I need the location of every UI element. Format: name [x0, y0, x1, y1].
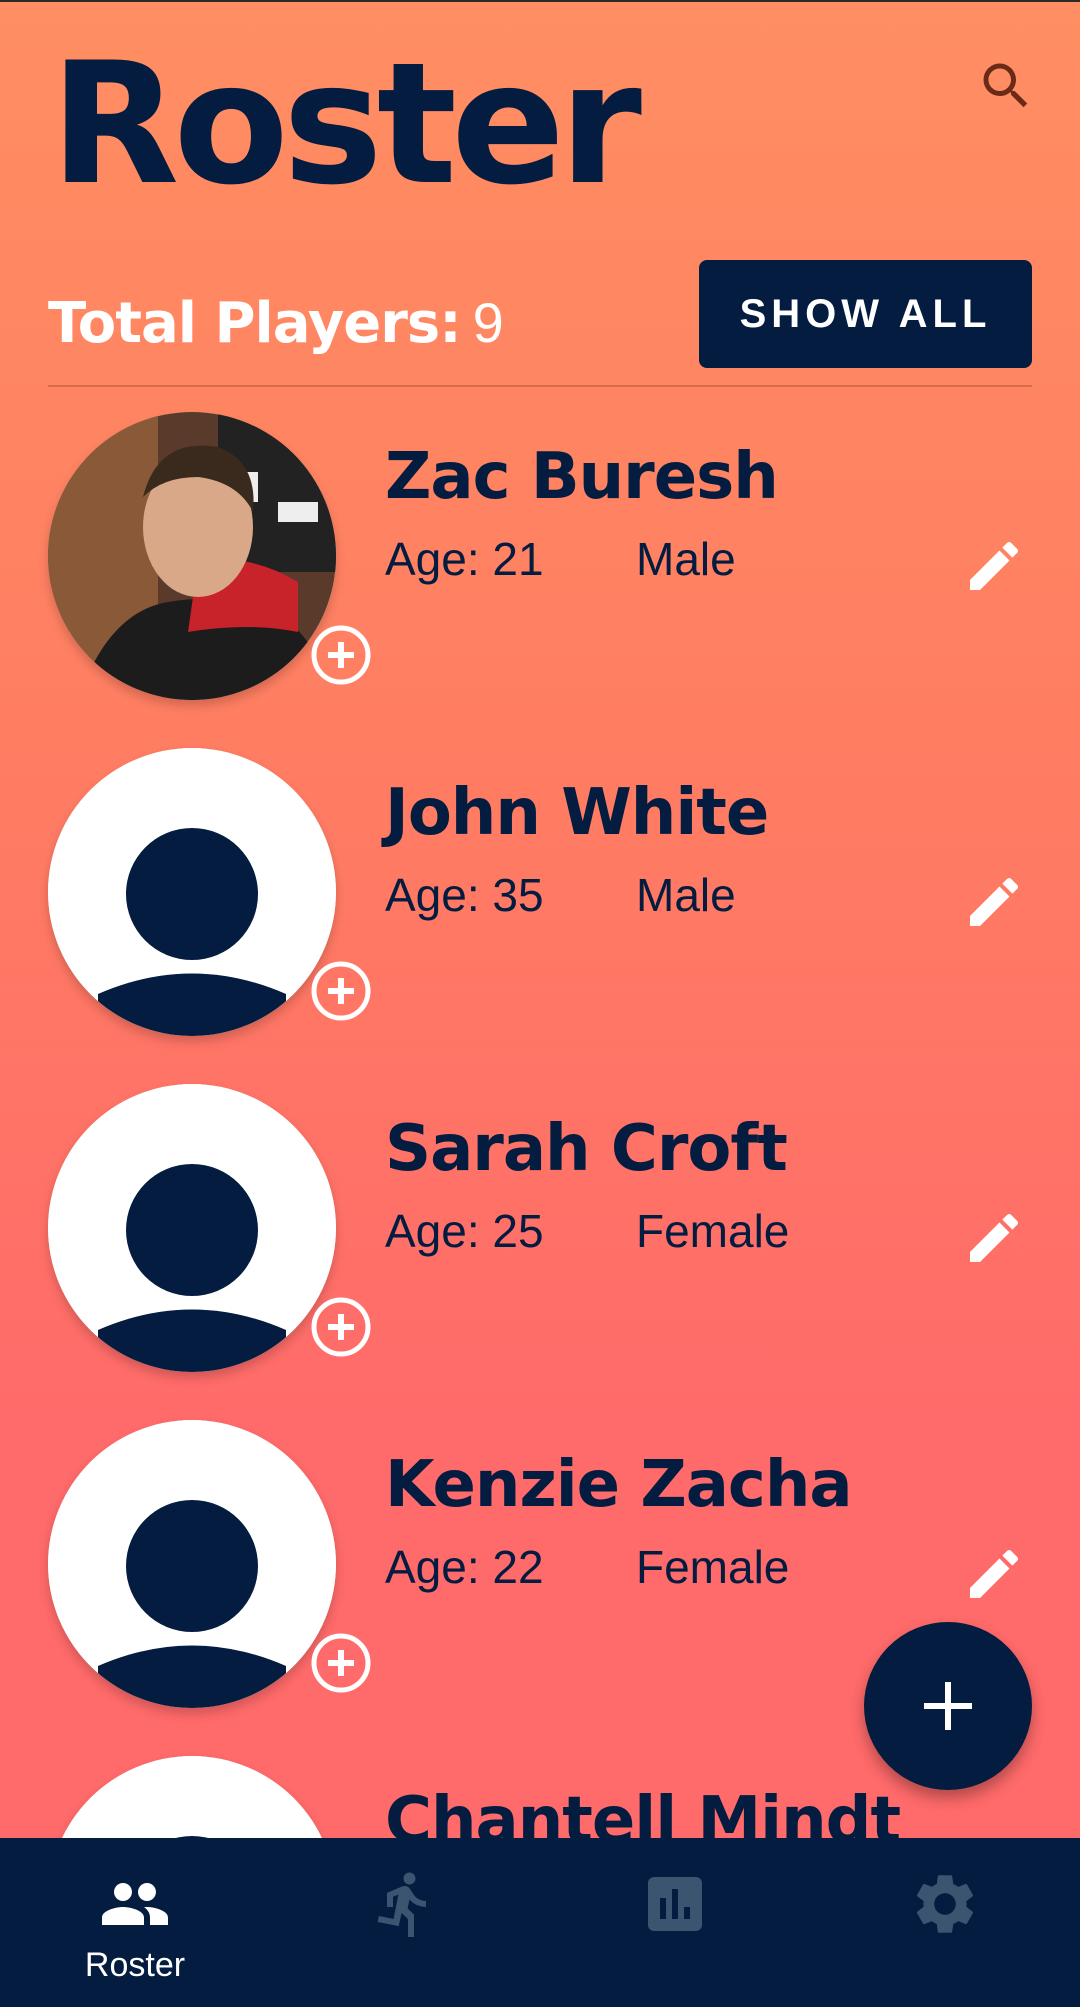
nav-activity[interactable] [270, 1838, 540, 2007]
player-list[interactable]: Zac Buresh Age: 21 Male John White Age: … [0, 0, 1080, 1838]
player-name: Chantell Mindt [385, 1784, 901, 1838]
plus-icon [924, 1682, 972, 1730]
list-item[interactable]: Sarah Croft Age: 25 Female [0, 1084, 1080, 1414]
player-gender: Female [636, 1541, 790, 1593]
add-photo-icon[interactable] [310, 1296, 372, 1358]
add-player-button[interactable] [864, 1622, 1032, 1790]
add-photo-icon[interactable] [310, 1632, 372, 1694]
player-age: Age: 25 [385, 1205, 544, 1257]
default-avatar-icon [48, 1420, 336, 1708]
player-name: Zac Buresh [385, 440, 779, 514]
list-item[interactable]: Zac Buresh Age: 21 Male [0, 412, 1080, 742]
nav-stats[interactable] [540, 1838, 810, 2007]
nav-roster[interactable]: Roster [0, 1838, 270, 2007]
player-gender: Female [636, 1205, 790, 1257]
player-gender: Male [636, 533, 736, 585]
gear-icon [916, 1875, 974, 1933]
pencil-icon[interactable] [962, 1542, 1026, 1606]
player-age: Age: 35 [385, 869, 544, 921]
list-item[interactable]: John White Age: 35 Male [0, 748, 1080, 1078]
player-name: John White [385, 776, 769, 850]
bar-chart-icon [648, 1877, 702, 1931]
user-photo [48, 412, 336, 700]
default-avatar-icon [48, 1084, 336, 1372]
default-avatar-icon [48, 1756, 336, 1838]
pencil-icon[interactable] [962, 1206, 1026, 1270]
player-name: Sarah Croft [385, 1112, 788, 1186]
player-name: Kenzie Zacha [385, 1448, 853, 1522]
add-photo-icon[interactable] [310, 960, 372, 1022]
pencil-icon[interactable] [962, 870, 1026, 934]
player-gender: Male [636, 869, 736, 921]
default-avatar-icon [48, 748, 336, 1036]
run-icon [377, 1872, 426, 1937]
nav-settings[interactable] [810, 1838, 1080, 2007]
bottom-navigation: Roster [0, 1838, 1080, 2007]
add-photo-icon[interactable] [310, 624, 372, 686]
player-age: Age: 21 [385, 533, 544, 585]
people-icon [102, 1883, 168, 1925]
nav-roster-label: Roster [84, 1946, 186, 1984]
pencil-icon[interactable] [962, 534, 1026, 598]
player-age: Age: 22 [385, 1541, 544, 1593]
